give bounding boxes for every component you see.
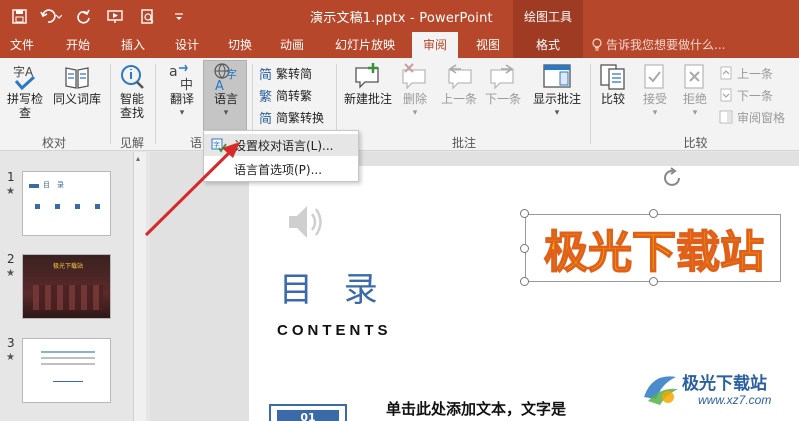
annotation-arrow [144,142,240,237]
